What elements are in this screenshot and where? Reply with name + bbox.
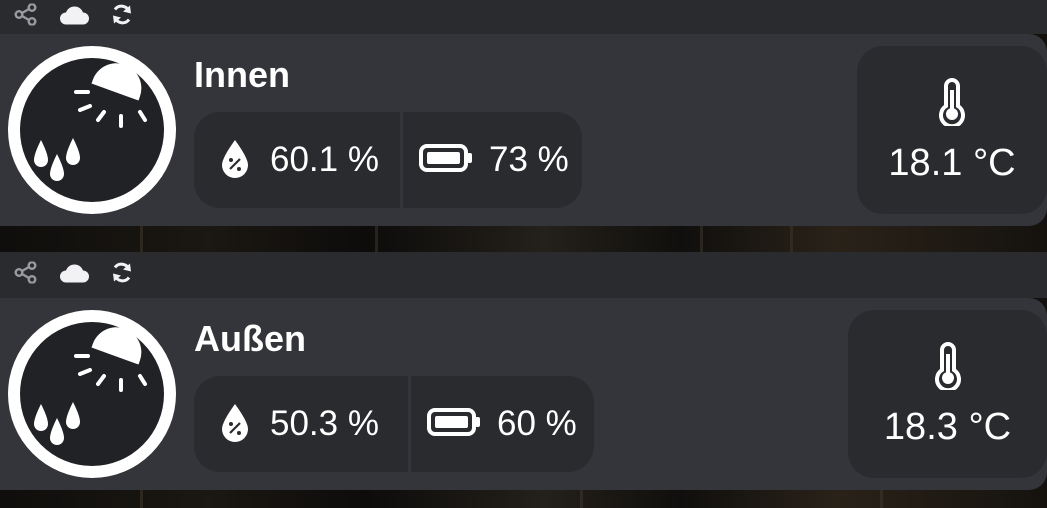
battery-value: 73 %	[489, 140, 569, 179]
weather-sun-rain-icon	[34, 327, 147, 445]
weather-badge	[8, 46, 176, 214]
battery-icon	[427, 407, 481, 442]
share-icon[interactable]	[14, 261, 38, 289]
refresh-icon[interactable]	[110, 3, 134, 32]
sensor-stats-pill: 50.3 % 60 %	[194, 376, 594, 472]
battery-value: 60 %	[497, 404, 577, 443]
sensor-title: Außen	[194, 318, 306, 359]
sensor-title: Innen	[194, 54, 290, 95]
cloud-icon[interactable]	[58, 4, 90, 31]
humidity-value: 60.1 %	[270, 140, 379, 179]
sensor-card-aussen[interactable]: Außen 50.3 % 60 % 18.3 °C	[0, 298, 1047, 490]
card-header-innen	[0, 0, 1047, 34]
humidity-drop-icon	[220, 138, 250, 183]
sensor-card-innen[interactable]: Innen 60.1 % 73 % 18.1 °C	[0, 34, 1047, 226]
share-icon[interactable]	[14, 3, 38, 31]
temperature-value: 18.1 °C	[888, 142, 1016, 184]
refresh-icon[interactable]	[110, 261, 134, 290]
temperature-box[interactable]: 18.3 °C	[848, 310, 1047, 478]
sensor-stats-pill: 60.1 % 73 %	[194, 112, 582, 208]
temperature-value: 18.3 °C	[883, 406, 1012, 448]
weather-sun-rain-icon	[34, 63, 147, 181]
humidity-value: 50.3 %	[270, 404, 379, 443]
battery-icon	[419, 143, 473, 178]
card-header-aussen	[0, 252, 1047, 298]
cloud-icon[interactable]	[58, 262, 90, 289]
humidity-drop-icon	[220, 402, 250, 447]
temperature-box[interactable]: 18.1 °C	[857, 46, 1047, 214]
weather-badge	[8, 310, 176, 478]
thermometer-icon	[937, 78, 967, 131]
thermometer-icon	[933, 342, 963, 395]
